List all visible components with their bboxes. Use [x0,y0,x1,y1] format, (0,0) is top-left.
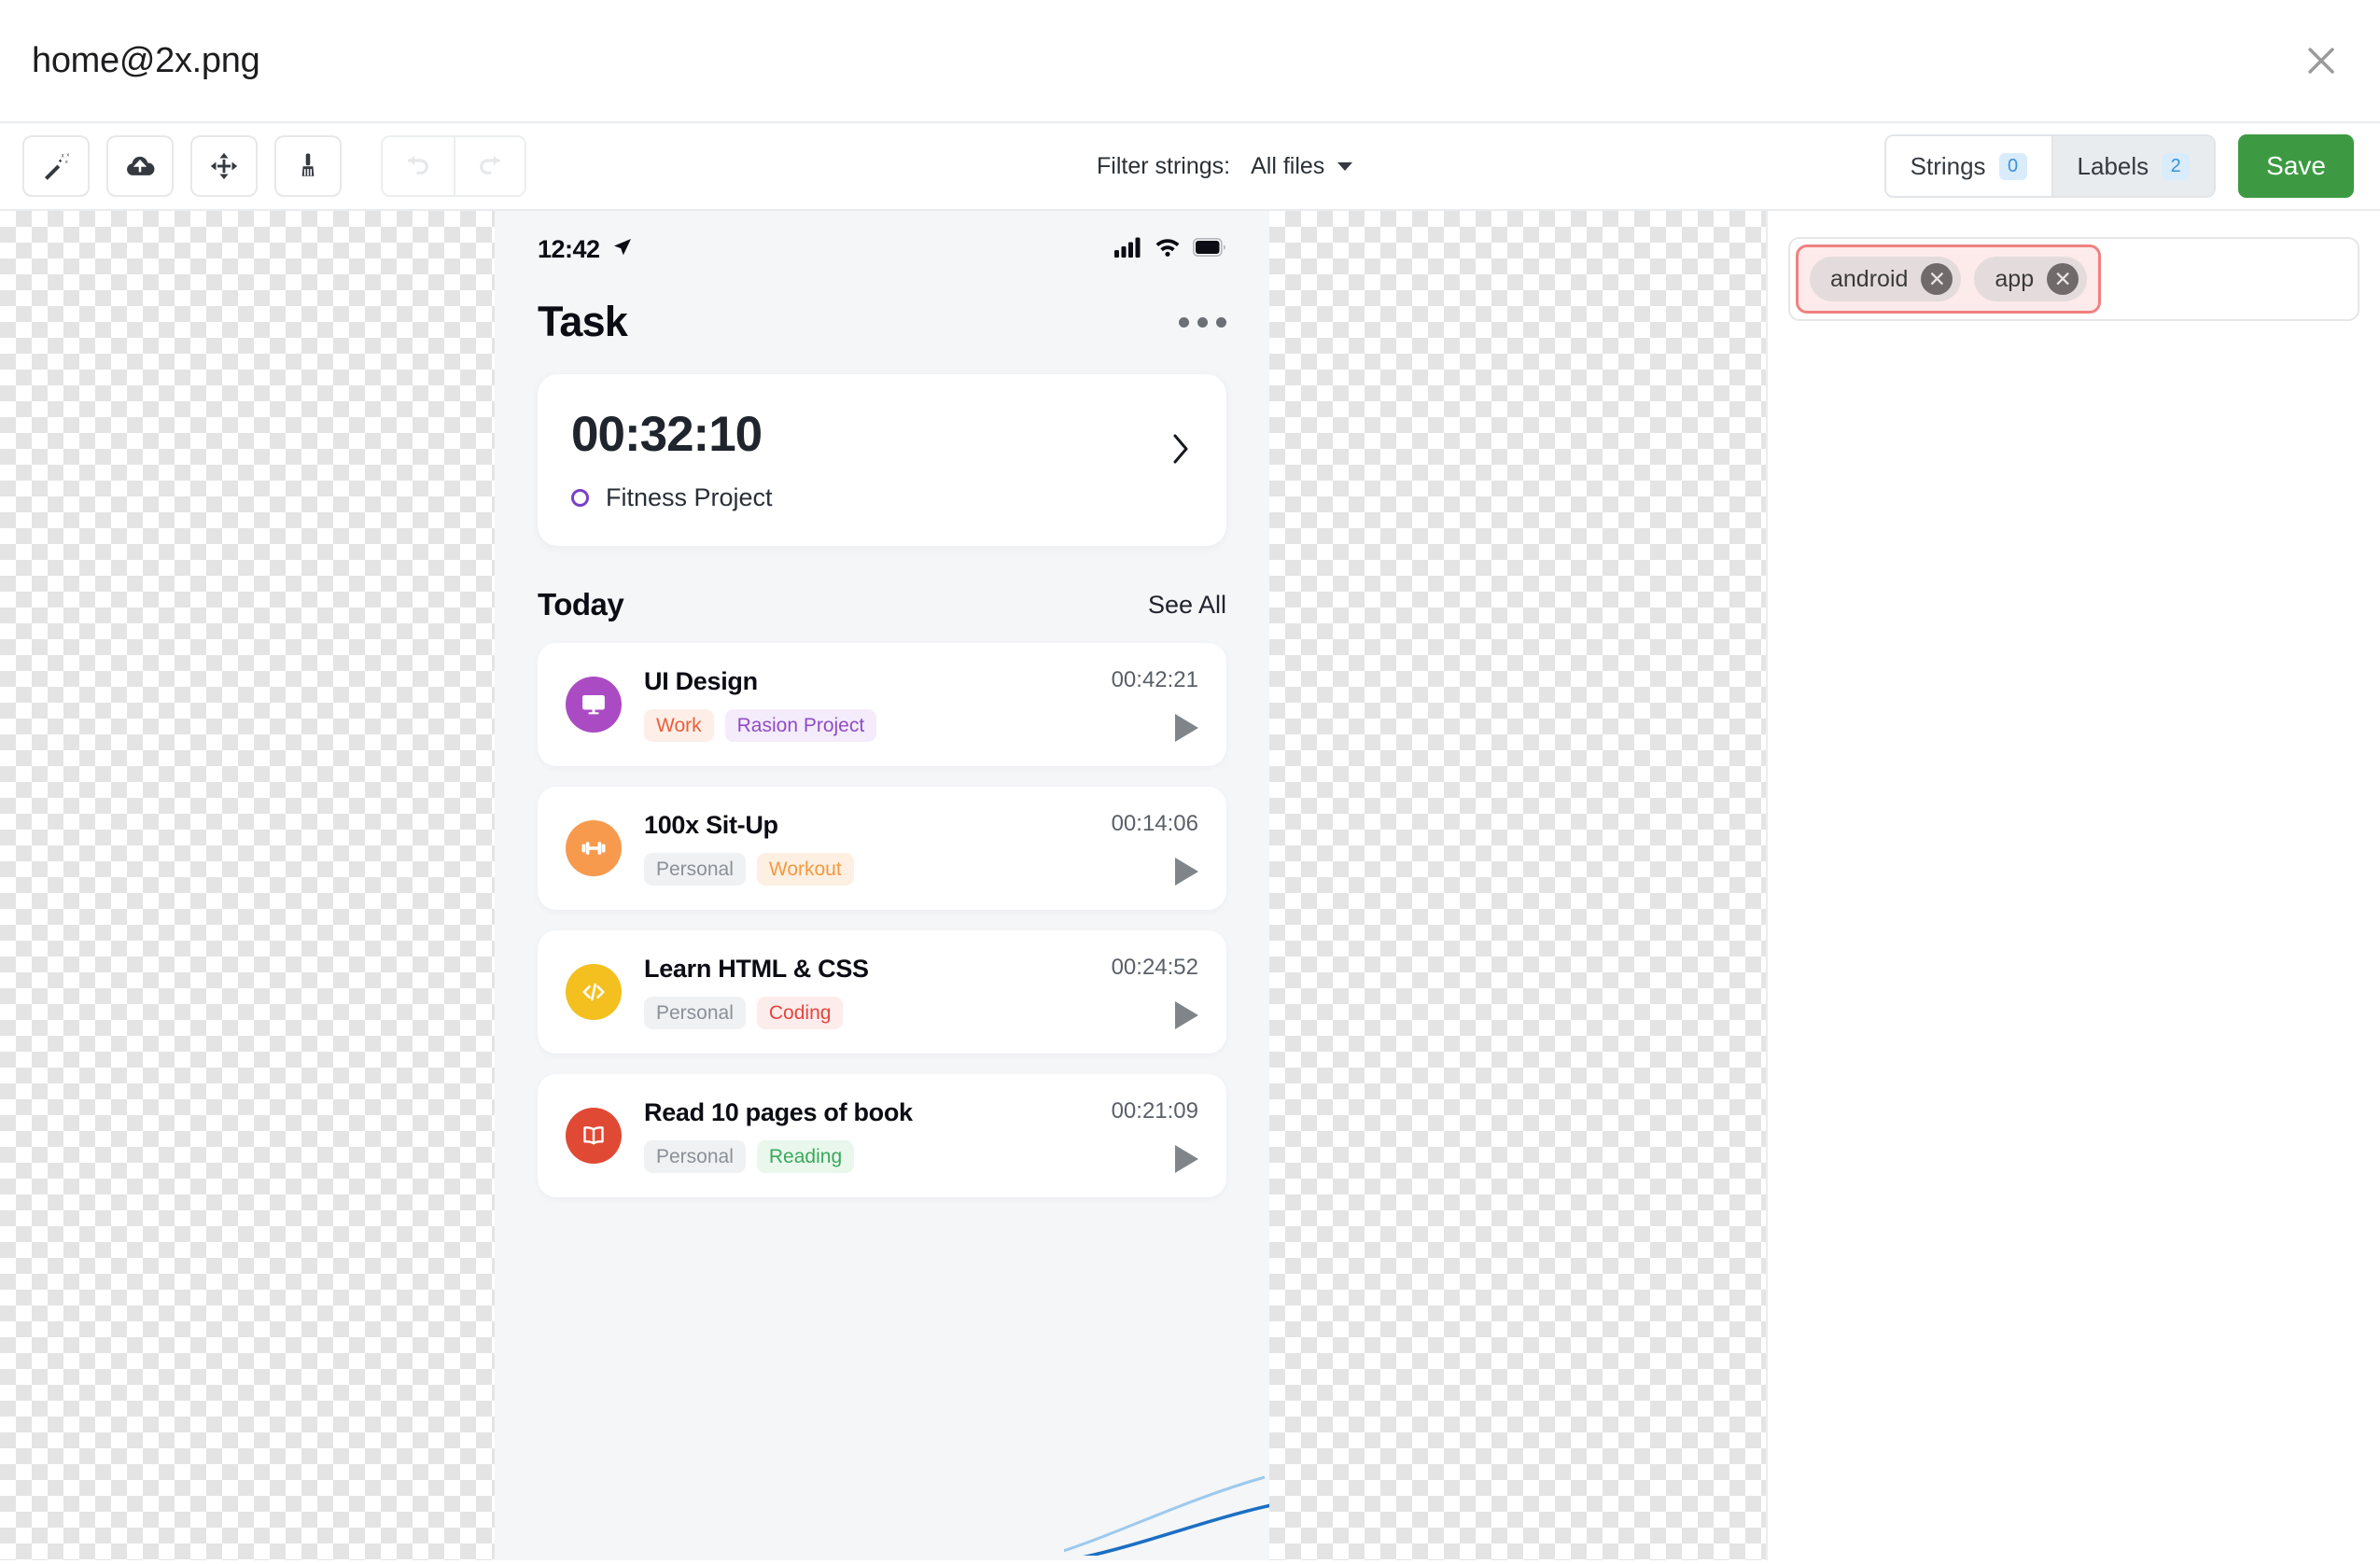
tab-strings[interactable]: Strings 0 [1885,136,2051,196]
see-all-link[interactable]: See All [1148,591,1226,620]
project-color-ring-icon [571,489,589,507]
timer-project-name: Fitness Project [606,483,773,511]
file-filter-value: All files [1251,152,1325,179]
phone-page-header: Task [495,264,1269,346]
today-section-header: Today See All [538,587,1226,622]
tab-labels[interactable]: Labels 2 [2051,136,2215,196]
page-title: home@2x.png [32,40,260,80]
label-tag[interactable]: android ✕ [1810,257,1962,301]
brush-icon [292,150,324,182]
view-mode-toggle: Strings 0 Labels 2 [1883,134,2217,198]
task-chip: Workout [756,853,854,886]
label-tag-text: android [1830,265,1909,292]
tab-labels-count: 2 [2162,152,2191,180]
play-icon[interactable] [1175,858,1198,886]
status-time: 12:42 [538,235,600,263]
monitor-icon [566,677,622,733]
task-chip: Personal [644,1140,746,1173]
chevron-down-icon [1337,161,1353,171]
task-card[interactable]: 100x Sit-Up Personal Workout 00:14:06 [538,787,1226,910]
task-chip: Personal [644,997,746,1029]
window-title-bar: home@2x.png [0,0,2380,121]
wifi-icon [1155,237,1181,262]
image-canvas[interactable]: 12:42 Task 00:32:10 Fitness Project Toda… [0,211,1766,1560]
task-duration: 00:14:06 [1111,811,1198,836]
task-duration: 00:42:21 [1111,667,1198,692]
timer-project: Fitness Project [571,483,1193,512]
task-right-column: 00:42:21 [1112,667,1198,742]
move-button[interactable] [190,135,258,197]
svg-text:x: x [66,153,69,159]
toolbar-right-actions: Strings 0 Labels 2 Save [1883,134,2354,198]
task-card[interactable]: Read 10 pages of book Personal Reading 0… [538,1074,1226,1197]
task-chip: Rasion Project [724,709,877,742]
label-tag-text: app [1995,265,2035,292]
cellular-signal-icon [1114,237,1142,262]
book-icon [566,1108,622,1164]
decorative-curves [1054,1444,1269,1560]
cloud-upload-button[interactable] [106,135,174,197]
file-filter-dropdown[interactable]: All files [1251,152,1353,180]
labels-input[interactable]: android ✕ app ✕ [1788,237,2359,321]
task-chip: Work [644,709,714,742]
task-right-column: 00:21:09 [1112,1098,1198,1173]
filter-strings-label: Filter strings: [1097,152,1231,179]
play-icon[interactable] [1175,1001,1198,1029]
task-card[interactable]: Learn HTML & CSS Personal Coding 00:24:5… [538,930,1226,1054]
status-bar-right [1114,237,1226,262]
code-icon [566,964,622,1020]
magic-wand-icon: x x x [40,150,72,182]
screenshot-preview: 12:42 Task 00:32:10 Fitness Project Toda… [495,211,1269,1560]
label-tag[interactable]: app ✕ [1974,257,2088,301]
remove-label-icon[interactable]: ✕ [1921,263,1953,295]
task-right-column: 00:24:52 [1112,955,1198,1029]
tab-labels-label: Labels [2077,151,2149,180]
chevron-right-icon[interactable] [1170,432,1191,470]
labels-highlight-group: android ✕ app ✕ [1796,244,2102,314]
redo-icon [475,149,505,184]
section-title: Today [538,587,624,621]
svg-text:x: x [62,152,65,159]
cloud-upload-icon [124,150,156,182]
tool-button-group: x x x [22,135,342,197]
close-button[interactable] [2298,37,2345,84]
filter-strings-control: Filter strings: All files [1097,152,1353,180]
brush-button[interactable] [274,135,342,197]
play-icon[interactable] [1175,1145,1198,1173]
task-right-column: 00:14:06 [1112,811,1198,886]
editor-body: 12:42 Task 00:32:10 Fitness Project Toda… [0,211,2380,1560]
battery-icon [1193,238,1226,261]
task-duration: 00:24:52 [1111,955,1198,980]
labels-panel: android ✕ app ✕ [1766,211,2380,1560]
close-icon [2305,45,2337,77]
task-chip: Coding [756,997,844,1029]
location-arrow-icon [611,236,634,263]
task-chip: Personal [644,853,746,886]
undo-redo-group [381,135,526,197]
undo-icon [403,149,433,184]
remove-label-icon[interactable]: ✕ [2047,263,2079,295]
redo-button[interactable] [454,137,525,195]
svg-text:x: x [65,160,68,165]
phone-status-bar: 12:42 [495,211,1269,264]
more-options-icon[interactable] [1179,316,1226,328]
play-icon[interactable] [1175,714,1198,742]
editor-toolbar: x x x Filter strings: All files Strings … [0,121,2380,211]
active-timer-card[interactable]: 00:32:10 Fitness Project [538,374,1226,546]
task-card[interactable]: UI Design Work Rasion Project 00:42:21 [538,643,1226,766]
timer-value: 00:32:10 [571,407,763,462]
phone-page-title: Task [538,298,628,345]
status-bar-left: 12:42 [538,235,634,264]
magic-wand-button[interactable]: x x x [22,135,90,197]
tab-strings-count: 0 [1998,152,2027,180]
undo-button[interactable] [383,137,454,195]
tab-strings-label: Strings [1910,151,1986,180]
task-chip: Reading [756,1140,855,1173]
move-icon [208,150,240,182]
save-button[interactable]: Save [2238,134,2354,198]
task-duration: 00:21:09 [1111,1098,1198,1124]
dumbbell-icon [566,820,622,876]
